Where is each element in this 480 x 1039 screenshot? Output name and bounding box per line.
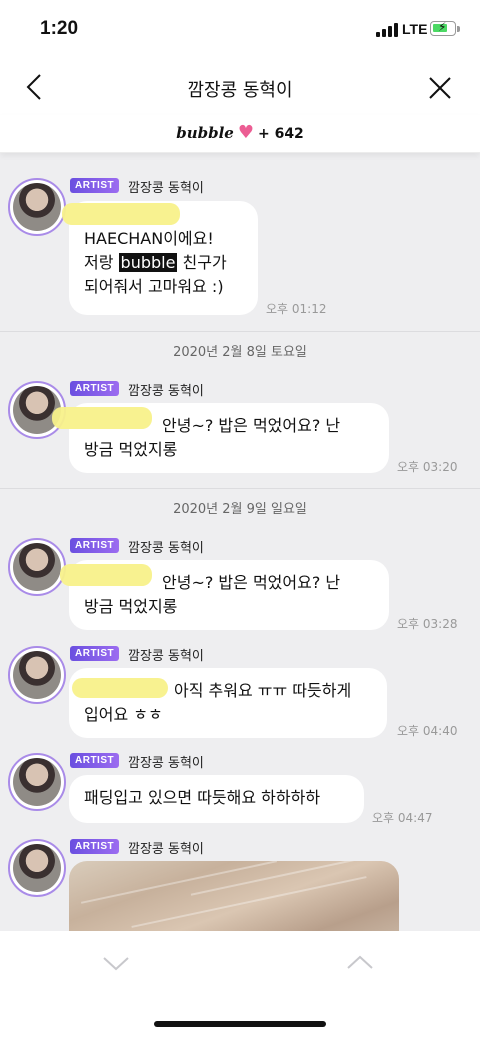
message-bubble[interactable]: 패딩입고 있으면 따듯해요 하하하하	[69, 775, 364, 823]
sender-name: 깜장콩 동혁이	[128, 649, 204, 664]
message-line: 저랑 bubble 친구가	[84, 253, 227, 272]
artist-avatar[interactable]	[8, 646, 66, 704]
close-button[interactable]	[424, 72, 456, 104]
message-time: 오후 01:12	[266, 302, 327, 316]
artist-avatar[interactable]	[8, 178, 66, 236]
status-bar: 1:20 LTE ⚡	[0, 0, 480, 60]
bubble-banner: bubble ♥ + 642	[0, 115, 480, 153]
close-icon	[429, 77, 451, 99]
artist-badge: ARTIST	[70, 839, 120, 854]
heart-icon: ♥	[237, 122, 254, 143]
redaction-mark	[52, 407, 152, 429]
page-title: 깜장콩 동혁이	[187, 80, 293, 101]
artist-badge: ARTIST	[70, 538, 120, 553]
bubble-count: + 642	[257, 126, 304, 142]
artist-badge: ARTIST	[70, 178, 120, 193]
artist-avatar[interactable]	[8, 538, 66, 596]
sender-name: 깜장콩 동혁이	[128, 541, 204, 556]
photo-message[interactable]	[69, 861, 399, 931]
date-divider: 2020년 2월 8일 토요일	[0, 331, 480, 365]
sender-name: 깜장콩 동혁이	[128, 842, 204, 857]
message-line: HAECHAN이에요!	[84, 229, 214, 248]
home-indicator[interactable]	[154, 1021, 326, 1027]
redaction-mark	[62, 203, 180, 225]
sender-name: 깜장콩 동혁이	[128, 181, 204, 196]
message-time: 오후 03:20	[397, 460, 458, 474]
message-time: 오후 03:28	[397, 617, 458, 631]
nav-bar: 깜장콩 동혁이	[0, 60, 480, 115]
sender-name: 깜장콩 동혁이	[128, 384, 204, 399]
redaction-mark	[72, 678, 168, 698]
message-line: 패딩입고 있으면 따듯해요 하하하하	[84, 788, 321, 807]
battery-tip	[457, 26, 460, 32]
chat-area[interactable]: ARTIST 깜장콩 동혁이 HAECHAN이에요! 저랑 bubble 친구가…	[0, 153, 480, 931]
chevron-down-icon	[103, 957, 129, 971]
artist-badge: ARTIST	[70, 381, 120, 396]
sender-name: 깜장콩 동혁이	[128, 756, 204, 771]
chevron-up-icon	[347, 955, 373, 969]
artist-badge: ARTIST	[70, 646, 120, 661]
signal-icon	[376, 23, 398, 37]
artist-avatar[interactable]	[8, 753, 66, 811]
message-line: 되어줘서 고마워요 :)	[84, 277, 224, 296]
scroll-up-button[interactable]	[345, 951, 375, 975]
message-line: 방금 먹었지롱	[84, 440, 178, 459]
battery-icon: ⚡	[430, 20, 456, 36]
redaction-mark	[60, 564, 152, 586]
scroll-down-button[interactable]	[101, 951, 131, 975]
message-time: 오후 04:47	[372, 811, 433, 825]
date-divider: 2020년 2월 9일 일요일	[0, 488, 480, 522]
message-line: 방금 먹었지롱	[84, 597, 178, 616]
message-time: 오후 04:40	[397, 724, 458, 738]
highlighted-word: bubble	[118, 253, 178, 272]
bubble-logo: bubble	[176, 124, 234, 142]
status-time: 1:20	[40, 18, 79, 39]
message-line: 입어요 ㅎㅎ	[84, 705, 163, 724]
network-label: LTE	[402, 21, 428, 37]
artist-badge: ARTIST	[70, 753, 120, 768]
artist-avatar[interactable]	[8, 839, 66, 897]
